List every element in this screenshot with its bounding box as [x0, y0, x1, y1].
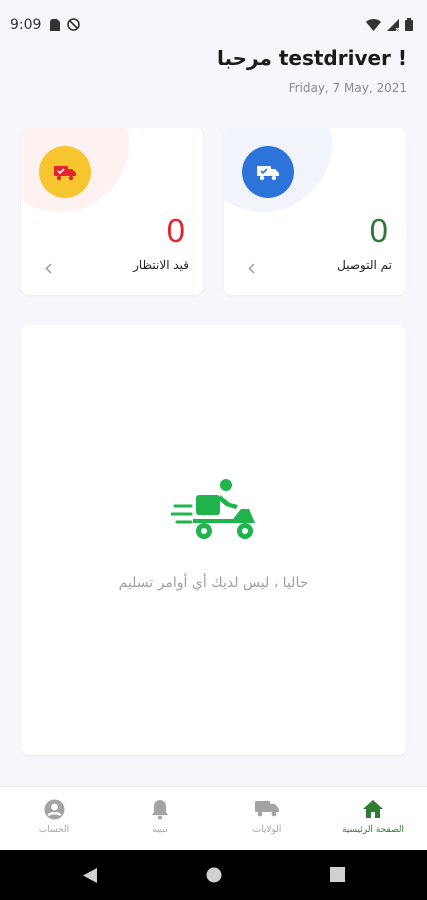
bottom-navigation: الصفحة الرئيسية الولايات تنبيه الحساب — [0, 786, 427, 850]
home-icon — [320, 799, 426, 819]
home-circle-icon[interactable] — [206, 867, 222, 887]
do-not-disturb-icon — [67, 16, 80, 35]
system-navigation-bar — [0, 850, 427, 900]
delivered-truck-icon — [242, 146, 294, 198]
back-icon[interactable] — [82, 867, 98, 888]
battery-icon — [405, 16, 413, 35]
pending-count: 0 — [166, 212, 185, 249]
wifi-icon — [366, 16, 381, 35]
delivered-label: تم التوصيل — [337, 258, 392, 272]
nav-label-home: الصفحة الرئيسية — [341, 825, 405, 835]
bell-icon — [107, 799, 213, 820]
delivery-scooter-icon — [169, 479, 257, 549]
empty-orders-message: حاليا ، ليس لديك أي أوامر تسليم — [118, 575, 309, 591]
status-bar: 9:09 — [0, 0, 427, 52]
greeting-title: مرحبا testdriver ! — [216, 46, 407, 70]
nav-item-account[interactable]: الحساب — [1, 787, 107, 851]
delivered-orders-card[interactable]: 0 تم التوصيل — [224, 128, 406, 295]
nav-label-account: الحساب — [38, 825, 70, 835]
nav-item-shipments[interactable]: الولايات — [214, 787, 320, 851]
nav-label-shipments: الولايات — [252, 825, 282, 835]
pending-truck-icon — [39, 146, 91, 198]
truck-icon — [214, 799, 320, 817]
recents-icon[interactable] — [330, 867, 345, 886]
signal-icon — [387, 16, 400, 35]
nav-item-home[interactable]: الصفحة الرئيسية — [320, 787, 426, 851]
account-icon — [1, 799, 107, 820]
nav-item-alerts[interactable]: تنبيه — [107, 787, 213, 851]
chevron-left-icon — [45, 259, 52, 278]
chevron-left-icon — [248, 259, 255, 278]
current-date: Friday, 7 May, 2021 — [288, 81, 407, 95]
nav-label-alerts: تنبيه — [152, 825, 168, 835]
status-time: 9:09 — [10, 17, 42, 33]
pending-orders-card[interactable]: 0 قيد الانتظار — [21, 128, 203, 295]
pending-label: قيد الانتظار — [133, 258, 189, 272]
delivered-count: 0 — [369, 212, 388, 249]
sim-card-icon — [50, 16, 60, 35]
orders-empty-state: حاليا ، ليس لديك أي أوامر تسليم — [21, 325, 406, 755]
